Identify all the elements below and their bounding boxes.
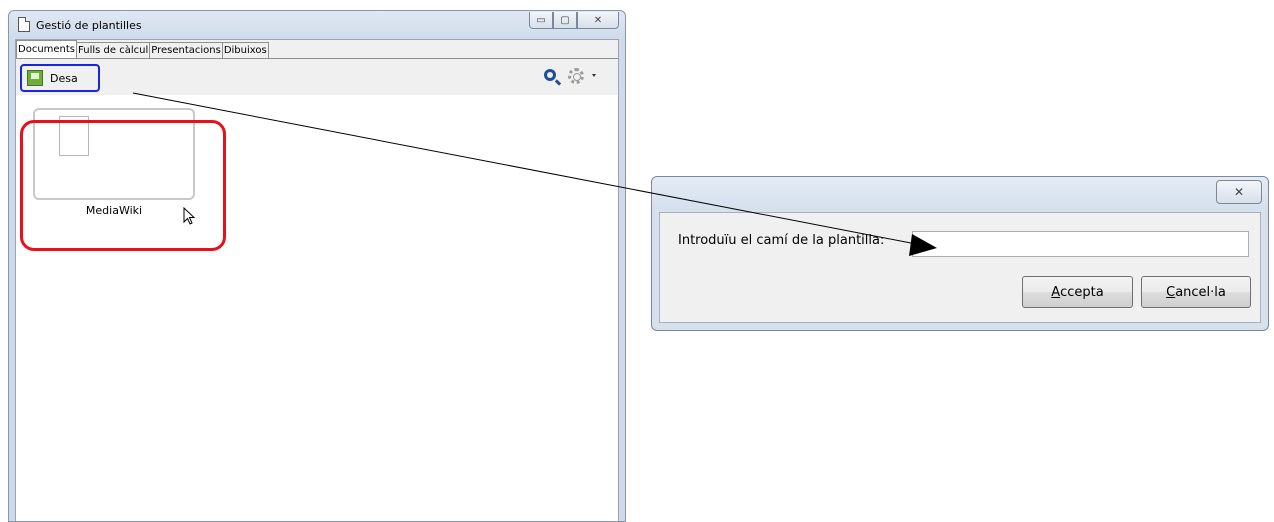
tab-documents[interactable]: Documents xyxy=(16,40,78,58)
annotation-arrowhead xyxy=(909,234,937,256)
mouse-cursor-icon xyxy=(183,207,196,225)
annotation-overlay xyxy=(132,92,937,256)
annotation-arrow-line xyxy=(132,92,917,245)
